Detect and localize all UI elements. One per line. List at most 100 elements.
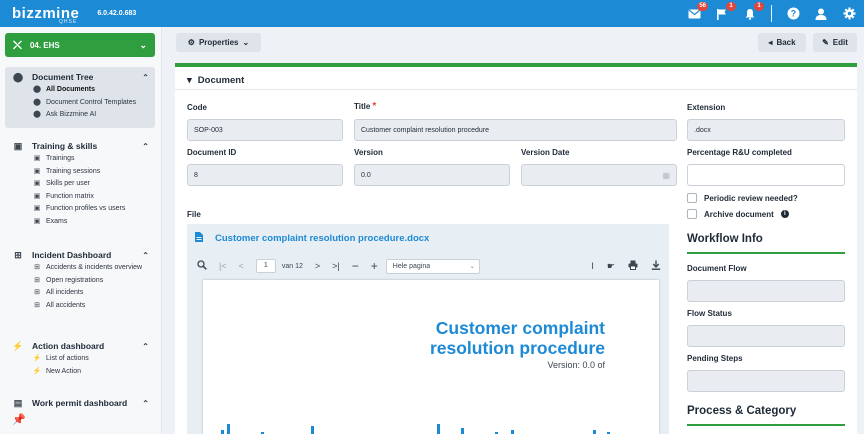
sidebar-item-function-profiles[interactable]: ▣ Function profiles vs users bbox=[5, 204, 155, 213]
user-icon[interactable] bbox=[814, 7, 828, 21]
checkbox[interactable] bbox=[687, 209, 697, 219]
print-icon[interactable] bbox=[628, 260, 638, 272]
bizzmine-logo[interactable]: bizzmine QHSE bbox=[12, 6, 79, 25]
module-selector[interactable]: ⛌ 04. EHS ⌄ bbox=[5, 33, 155, 57]
properties-button[interactable]: ⚙ Properties ⌄ bbox=[176, 33, 261, 52]
clipboard-icon: ▤ bbox=[13, 397, 23, 408]
sidebar-group-header[interactable]: ▤ Work permit dashboard ⌃ bbox=[5, 395, 155, 411]
lightning-icon: ⚡ bbox=[32, 355, 42, 362]
top-icons: 56 1 1 ? bbox=[687, 0, 856, 27]
zoom-select[interactable]: Hele pagina ⌄ bbox=[385, 258, 480, 274]
sidebar-group-header[interactable]: ▣ Training & skills ⌃ bbox=[5, 138, 155, 154]
sidebar-item-accidents-overview[interactable]: ⊞ Accidents & incidents overview bbox=[5, 263, 155, 272]
sidebar-item-all-incidents[interactable]: ⊞ All incidents bbox=[5, 288, 155, 297]
sidebar-item-trainings[interactable]: ▣ Trainings bbox=[5, 154, 155, 163]
sidebar-item-ask-ai[interactable]: ⬤ Ask Bizzmine AI bbox=[5, 110, 155, 119]
sidebar-item-function-matrix[interactable]: ▣ Function matrix bbox=[5, 192, 155, 201]
bell-icon[interactable]: 1 bbox=[743, 1, 764, 21]
download-icon[interactable] bbox=[651, 260, 661, 272]
pencil-icon: ✎ bbox=[822, 38, 829, 47]
sidebar-group-header[interactable]: ⚡ Action dashboard ⌃ bbox=[5, 338, 155, 354]
sidebar-item-document-control-templates[interactable]: ⬤ Document Control Templates bbox=[5, 98, 155, 107]
flag-badge: 1 bbox=[726, 1, 736, 11]
first-aid-icon: ⊞ bbox=[34, 276, 40, 284]
settings-gear-icon[interactable] bbox=[842, 7, 856, 21]
sidebar-item-training-sessions[interactable]: ▣ Training sessions bbox=[5, 167, 155, 176]
percentage-field[interactable] bbox=[687, 164, 845, 186]
sidebar-item-all-documents[interactable]: ⬤ All Documents bbox=[5, 85, 155, 94]
flow-status-field[interactable] bbox=[687, 325, 845, 347]
gear-icon: ⚙ bbox=[187, 38, 195, 47]
document-flow-label: Document Flow bbox=[687, 264, 747, 273]
sidebar-item-all-accidents[interactable]: ⊞ All accidents bbox=[5, 301, 155, 310]
mail-badge: 56 bbox=[697, 1, 708, 11]
chevron-left-icon: ◂ bbox=[768, 38, 773, 47]
back-button[interactable]: ◂ Back bbox=[758, 33, 806, 52]
version-label: Version bbox=[354, 148, 383, 157]
document-id-field[interactable]: 8 bbox=[187, 164, 343, 186]
info-icon[interactable]: i bbox=[780, 210, 789, 218]
sidebar-item-open-registrations[interactable]: ⊞ Open registrations bbox=[5, 276, 155, 285]
file-name[interactable]: Customer complaint resolution procedure.… bbox=[215, 233, 429, 244]
chevron-down-icon: ⌄ bbox=[242, 38, 250, 47]
sidebar-group-incident: ⊞ Incident Dashboard ⌃ ⊞ Accidents & inci… bbox=[5, 247, 155, 313]
page-number-input[interactable]: 1 bbox=[255, 259, 276, 273]
edit-button[interactable]: ✎ Edit bbox=[813, 33, 857, 52]
chevron-up-icon[interactable]: ⌃ bbox=[142, 342, 149, 351]
last-page-icon[interactable]: >| bbox=[332, 261, 340, 271]
section-header[interactable]: ▾ Document bbox=[187, 75, 244, 86]
chevron-up-icon[interactable]: ⌃ bbox=[142, 73, 149, 82]
sidebar: ⛌ 04. EHS ⌄ ⬤ Document Tree ⌃ ⬤ All Docum… bbox=[0, 27, 162, 434]
code-field[interactable]: SOP-003 bbox=[187, 119, 343, 141]
sidebar-item-list-of-actions[interactable]: ⚡ List of actions bbox=[5, 354, 155, 363]
sidebar-item-skills-per-user[interactable]: ▣ Skills per user bbox=[5, 179, 155, 188]
file-icon bbox=[195, 231, 203, 245]
version-date-field[interactable]: ▦ bbox=[521, 164, 677, 186]
app-version: 6.0.42.0.683 bbox=[97, 10, 137, 17]
title-label: Title * bbox=[354, 101, 377, 112]
flag-icon[interactable]: 1 bbox=[715, 1, 736, 21]
text-cursor-icon[interactable]: I bbox=[591, 261, 594, 271]
chevron-up-icon[interactable]: ⌃ bbox=[142, 251, 149, 260]
search-icon[interactable] bbox=[197, 260, 207, 272]
next-page-icon[interactable]: > bbox=[315, 261, 320, 271]
document-flow-field[interactable] bbox=[687, 280, 845, 302]
prev-page-icon[interactable]: < bbox=[239, 261, 244, 271]
version-field[interactable]: 0.0 bbox=[354, 164, 510, 186]
top-separator bbox=[771, 5, 772, 22]
sidebar-group-header[interactable]: ⬤ Document Tree ⌃ bbox=[5, 69, 155, 85]
mail-icon[interactable]: 56 bbox=[687, 1, 708, 21]
periodic-review-checkbox[interactable]: Periodic review needed? bbox=[687, 193, 798, 203]
briefcase-icon: ▣ bbox=[33, 192, 41, 200]
section-divider bbox=[175, 89, 857, 90]
calendar-icon[interactable]: ▦ bbox=[662, 171, 670, 180]
briefcase-icon: ▣ bbox=[33, 155, 41, 162]
chevron-up-icon[interactable]: ⌃ bbox=[142, 399, 149, 408]
tree-icon: ⬤ bbox=[33, 111, 41, 118]
sidebar-group-document-tree: ⬤ Document Tree ⌃ ⬤ All Documents ⬤ Docume… bbox=[5, 67, 155, 128]
sidebar-group-header[interactable]: ⊞ Incident Dashboard ⌃ bbox=[5, 247, 155, 263]
first-page-icon[interactable]: |< bbox=[219, 261, 227, 271]
hand-tool-icon[interactable]: ☛ bbox=[607, 261, 615, 272]
file-header[interactable]: Customer complaint resolution procedure.… bbox=[187, 224, 669, 252]
sidebar-item-exams[interactable]: ▣ Exams bbox=[5, 217, 155, 226]
svg-text:?: ? bbox=[790, 9, 796, 19]
zoom-in-icon[interactable]: + bbox=[371, 259, 378, 273]
checkbox[interactable] bbox=[687, 193, 697, 203]
pin-icon[interactable]: 📌 bbox=[12, 413, 26, 426]
page-total: van 12 bbox=[281, 262, 303, 270]
help-icon[interactable]: ? bbox=[786, 7, 800, 21]
pending-steps-field[interactable] bbox=[687, 370, 845, 392]
zoom-out-icon[interactable]: − bbox=[352, 259, 359, 273]
version-date-label: Version Date bbox=[521, 148, 570, 157]
chevron-up-icon[interactable]: ⌃ bbox=[142, 142, 149, 151]
archive-checkbox[interactable]: Archive document i bbox=[687, 209, 789, 219]
extension-field[interactable]: .docx bbox=[687, 119, 845, 141]
chevron-down-icon: ⌄ bbox=[469, 263, 475, 270]
first-aid-icon: ⊞ bbox=[34, 289, 40, 296]
chevron-down-icon: ⌄ bbox=[139, 39, 147, 50]
document-panel: ▾ Document Code SOP-003 Title * Customer … bbox=[175, 63, 857, 434]
sidebar-item-new-action[interactable]: ⚡ New Action bbox=[5, 367, 155, 376]
title-field[interactable]: Customer complaint resolution procedure bbox=[354, 119, 677, 141]
module-name: 04. EHS bbox=[29, 40, 60, 50]
